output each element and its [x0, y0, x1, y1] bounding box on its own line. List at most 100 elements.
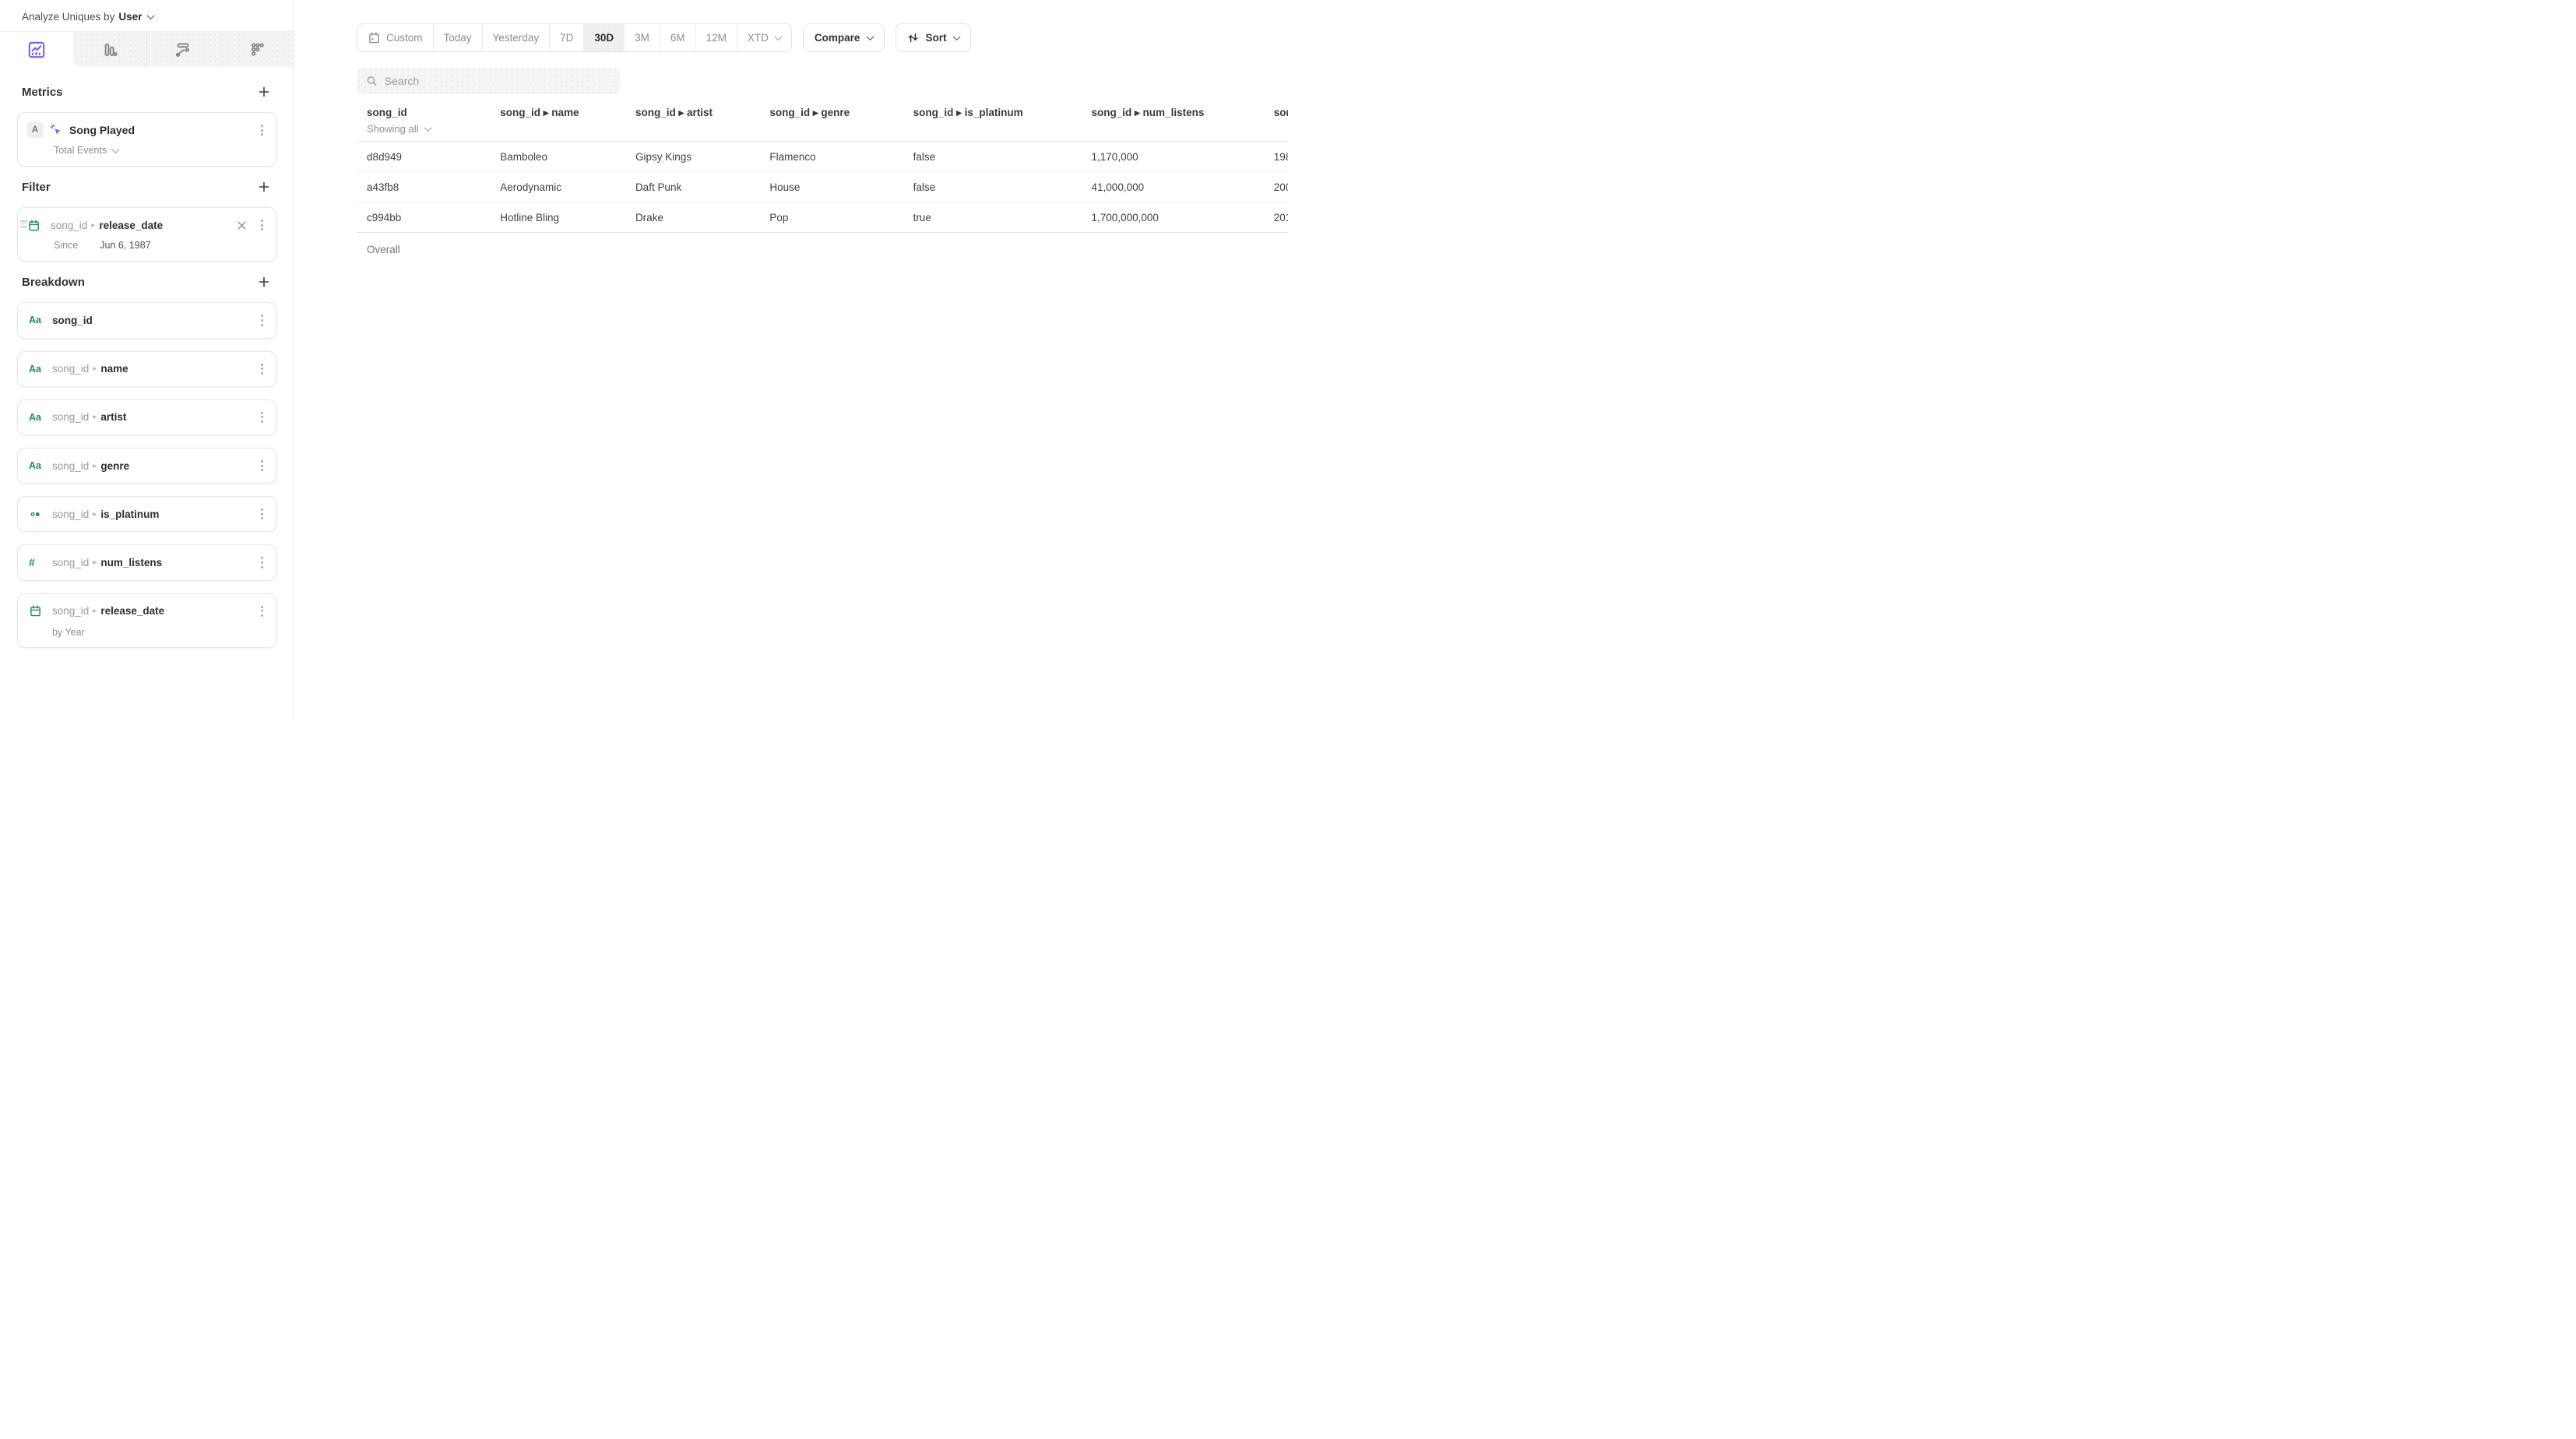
date-range-label: 6M	[670, 32, 685, 44]
date-type-icon	[29, 604, 46, 617]
results-table: song_id Showing all song_id ▸ name song_…	[357, 102, 1288, 267]
date-range-label: 30D	[594, 32, 614, 44]
dots-grid-icon	[247, 40, 267, 60]
date-range-label: 3M	[635, 32, 649, 44]
breakdown-property-name: genre	[100, 460, 129, 472]
date-range-7d[interactable]: 7D	[549, 24, 583, 51]
column-header-name[interactable]: song_id ▸ name	[500, 102, 635, 142]
filter-options-button[interactable]	[256, 216, 268, 234]
flows-icon	[173, 40, 193, 60]
analyze-header: Analyze Uniques by User	[0, 0, 294, 31]
add-breakdown-button[interactable]	[256, 274, 272, 290]
sort-label: Sort	[925, 32, 946, 44]
date-range-yesterday[interactable]: Yesterday	[482, 24, 550, 51]
property-arrow: ▸	[91, 221, 95, 230]
column-label: song_id ▸ genre	[769, 107, 913, 119]
breakdown-item[interactable]: Aa song_id ▸ genre	[17, 448, 276, 484]
date-range-label: 12M	[706, 32, 727, 44]
breakdown-options-button[interactable]	[256, 457, 268, 474]
breakdown-property-prefix: song_id	[52, 363, 89, 375]
column-header-num-listens[interactable]: song_id ▸ num_listens	[1092, 102, 1274, 142]
column-header-release-date[interactable]: song_id ▸ release_date	[1274, 102, 1288, 142]
query-builder-sidebar: Analyze Uniques by User	[0, 0, 294, 720]
tab-insights-line[interactable]	[0, 32, 73, 67]
date-type-icon	[27, 219, 44, 232]
breakdown-options-button[interactable]	[256, 361, 268, 378]
metric-aggregation[interactable]: Total Events	[54, 145, 107, 156]
breakdown-options-button[interactable]	[256, 554, 268, 571]
overall-label: Overall	[357, 233, 1288, 267]
breakdown-item[interactable]: Aa song_id ▸ artist	[17, 399, 276, 435]
showing-all-dropdown[interactable]: Showing all	[367, 123, 500, 135]
chevron-down-icon	[112, 146, 120, 153]
add-filter-button[interactable]	[256, 179, 272, 195]
tab-bar-chart[interactable]	[73, 32, 146, 67]
column-header-genre[interactable]: song_id ▸ genre	[769, 102, 913, 142]
search-row	[357, 68, 1288, 94]
filter-heading: Filter	[22, 181, 51, 194]
insights-report-app: Analyze Uniques by User	[0, 0, 1288, 720]
analyze-by-selector[interactable]: User	[118, 11, 153, 23]
cell-num-listens: 1,170,000	[1092, 142, 1274, 172]
breakdown-options-button[interactable]	[256, 311, 268, 329]
showing-all-label: Showing all	[367, 123, 419, 135]
breakdown-item[interactable]: song_id ▸ is_platinum	[17, 496, 276, 532]
filter-operator[interactable]: Since	[54, 240, 78, 251]
breakdown-item[interactable]: Aa song_id	[17, 302, 276, 338]
date-range-label: Yesterday	[493, 32, 540, 44]
column-header-artist[interactable]: song_id ▸ artist	[635, 102, 769, 142]
analyze-label: Analyze Uniques by	[22, 11, 114, 23]
compare-label: Compare	[815, 32, 860, 44]
property-arrow: ▸	[93, 607, 97, 615]
cell-is-platinum: false	[913, 142, 1092, 172]
breakdown-item[interactable]: Aa song_id ▸ name	[17, 351, 276, 387]
sort-button[interactable]: Sort	[896, 23, 971, 52]
date-range-label: XTD	[748, 32, 769, 44]
breakdown-item[interactable]: song_id ▸ release_date by Year	[17, 593, 276, 648]
add-metric-button[interactable]	[256, 84, 272, 100]
date-range-12m[interactable]: 12M	[695, 24, 737, 51]
column-label: song_id ▸ name	[500, 107, 635, 119]
filter-value[interactable]: Jun 6, 1987	[100, 240, 150, 251]
drag-handle-icon[interactable]	[20, 220, 27, 227]
text-type-icon: Aa	[29, 315, 46, 325]
sidebar-sections: Metrics A	[0, 67, 294, 660]
tab-flows[interactable]	[146, 32, 220, 67]
chevron-down-icon	[774, 33, 782, 40]
breakdown-options-button[interactable]	[256, 603, 268, 620]
metric-card[interactable]: A Song Played Total Events	[17, 112, 276, 167]
remove-filter-button[interactable]	[235, 219, 248, 232]
date-range-6m[interactable]: 6M	[660, 24, 695, 51]
breakdown-options-button[interactable]	[256, 409, 268, 426]
filter-card[interactable]: song_id ▸ release_date Since Jun 6, 1987	[17, 207, 276, 262]
compare-button[interactable]: Compare	[803, 23, 885, 52]
column-label: song_id ▸ num_listens	[1092, 107, 1274, 119]
report-main: Custom Today Yesterday 7D 30D 3M 6M 12M …	[294, 0, 1288, 720]
date-range-3m[interactable]: 3M	[624, 24, 660, 51]
search-box	[357, 68, 620, 94]
breakdown-heading: Breakdown	[22, 276, 85, 289]
event-spark-icon	[49, 123, 63, 137]
tab-metrics-grid[interactable]	[220, 32, 294, 67]
property-arrow: ▸	[93, 558, 97, 567]
metric-options-button[interactable]	[256, 121, 268, 139]
metrics-heading-row: Metrics	[17, 84, 276, 100]
table-row[interactable]: d8d949 Bamboleo Gipsy Kings Flamenco fal…	[357, 142, 1288, 172]
breakdown-bucket-label[interactable]: by Year	[52, 627, 268, 638]
breakdown-item[interactable]: # song_id ▸ num_listens	[17, 544, 276, 580]
search-input[interactable]	[385, 75, 611, 87]
breakdown-options-button[interactable]	[256, 505, 268, 522]
cell-artist: Drake	[635, 202, 769, 233]
date-range-today[interactable]: Today	[433, 24, 482, 51]
column-header-is-platinum[interactable]: song_id ▸ is_platinum	[913, 102, 1092, 142]
bar-chart-icon	[100, 40, 120, 60]
table-row[interactable]: a43fb8 Aerodynamic Daft Punk House false…	[357, 172, 1288, 202]
property-arrow: ▸	[93, 364, 97, 373]
date-range-xtd[interactable]: XTD	[737, 24, 791, 51]
text-type-icon: Aa	[29, 364, 46, 375]
overall-row: Overall 3	[357, 233, 1288, 267]
date-range-30d[interactable]: 30D	[583, 24, 624, 51]
table-row[interactable]: c994bb Hotline Bling Drake Pop true 1,70…	[357, 202, 1288, 233]
column-header-song-id[interactable]: song_id Showing all	[357, 102, 500, 142]
date-range-custom[interactable]: Custom	[357, 24, 433, 51]
